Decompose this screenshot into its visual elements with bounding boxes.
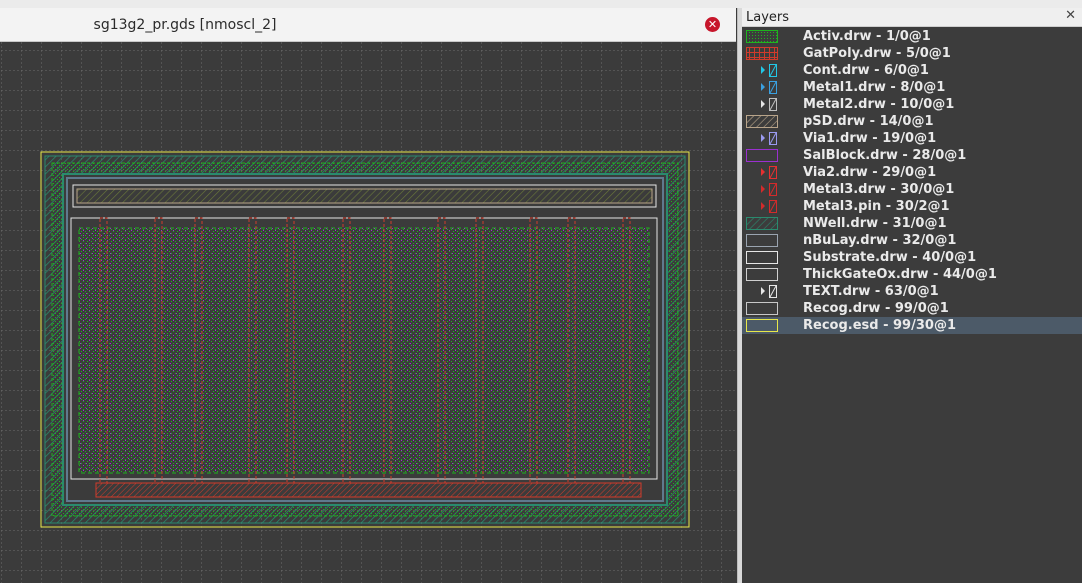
layer-name: Cont.drw - 6/0@1 (803, 63, 929, 78)
layer-row[interactable]: Recog.drw - 99/0@1 (742, 300, 1082, 317)
psd-strip (76, 188, 653, 204)
layer-swatch-icon (746, 268, 778, 281)
layer-name: Activ.drw - 1/0@1 (803, 29, 931, 44)
layer-row[interactable]: TEXT.drw - 63/0@1 (742, 283, 1082, 300)
layer-swatch-icon (746, 149, 778, 162)
layer-swatch-icon (761, 98, 777, 111)
document-tab[interactable]: sg13g2_pr.gds [nmoscl_2] ✕ (0, 8, 736, 42)
layer-row[interactable]: Substrate.drw - 40/0@1 (742, 249, 1082, 266)
layer-row[interactable]: Metal3.drw - 30/0@1 (742, 181, 1082, 198)
layer-name: Metal2.drw - 10/0@1 (803, 97, 955, 112)
layer-row[interactable]: ThickGateOx.drw - 44/0@1 (742, 266, 1082, 283)
layer-list: Activ.drw - 1/0@1 GatPoly.drw - 5/0@1 Cont… (742, 28, 1082, 334)
layer-swatch-icon (761, 132, 777, 145)
layer-row[interactable]: Metal1.drw - 8/0@1 (742, 79, 1082, 96)
layers-panel: Layers ✕ Activ.drw - 1/0@1 GatPoly.drw - … (742, 8, 1082, 583)
layer-row[interactable]: Via1.drw - 19/0@1 (742, 130, 1082, 147)
layer-name: ThickGateOx.drw - 44/0@1 (803, 267, 997, 282)
layer-name: SalBlock.drw - 28/0@1 (803, 148, 967, 163)
salblock-overlay (79, 228, 649, 473)
layer-name: Metal1.drw - 8/0@1 (803, 80, 946, 95)
layers-panel-title: Layers (746, 10, 790, 25)
layer-row[interactable]: pSD.drw - 14/0@1 (742, 113, 1082, 130)
layer-row[interactable]: Activ.drw - 1/0@1 (742, 28, 1082, 45)
layer-row[interactable]: Via2.drw - 29/0@1 (742, 164, 1082, 181)
layer-name: GatPoly.drw - 5/0@1 (803, 46, 951, 61)
gatpoly-bus (95, 482, 642, 498)
layer-row[interactable]: Metal2.drw - 10/0@1 (742, 96, 1082, 113)
layer-row[interactable]: GatPoly.drw - 5/0@1 (742, 45, 1082, 62)
layer-name: Metal3.drw - 30/0@1 (803, 182, 955, 197)
layers-panel-header: Layers ✕ (742, 8, 1082, 27)
layer-row[interactable]: nBuLay.drw - 32/0@1 (742, 232, 1082, 249)
layout-canvas-panel: sg13g2_pr.gds [nmoscl_2] ✕ (0, 8, 738, 583)
layer-swatch-icon (746, 217, 778, 230)
layer-swatch-icon (746, 30, 778, 43)
layout-view[interactable] (0, 42, 737, 583)
layer-name: Metal3.pin - 30/2@1 (803, 199, 950, 214)
layer-swatch-icon (761, 64, 777, 77)
layer-swatch-icon (761, 285, 777, 298)
layer-name: NWell.drw - 31/0@1 (803, 216, 947, 231)
layer-swatch-icon (746, 234, 778, 247)
layer-row[interactable]: Recog.esd - 99/30@1 (742, 317, 1082, 334)
layer-name: Via1.drw - 19/0@1 (803, 131, 937, 146)
layer-name: pSD.drw - 14/0@1 (803, 114, 934, 129)
close-panel-icon[interactable]: ✕ (1065, 8, 1076, 23)
layer-swatch-icon (746, 319, 778, 332)
layer-swatch-icon (746, 302, 778, 315)
layer-row[interactable]: Metal3.pin - 30/2@1 (742, 198, 1082, 215)
layer-swatch-icon (761, 81, 777, 94)
layer-swatch-icon (746, 251, 778, 264)
document-tab-title: sg13g2_pr.gds [nmoscl_2] (93, 17, 277, 33)
layer-swatch-icon (761, 200, 777, 213)
layer-swatch-icon (746, 115, 778, 128)
layer-name: TEXT.drw - 63/0@1 (803, 284, 939, 299)
layer-swatch-icon (746, 47, 778, 60)
layer-name: nBuLay.drw - 32/0@1 (803, 233, 957, 248)
layer-row[interactable]: SalBlock.drw - 28/0@1 (742, 147, 1082, 164)
layer-name: Recog.drw - 99/0@1 (803, 301, 949, 316)
layer-swatch-icon (761, 166, 777, 179)
close-tab-icon[interactable]: ✕ (705, 17, 720, 32)
layer-row[interactable]: NWell.drw - 31/0@1 (742, 215, 1082, 232)
layer-swatch-icon (761, 183, 777, 196)
layer-name: Recog.esd - 99/30@1 (803, 318, 956, 333)
layer-name: Via2.drw - 29/0@1 (803, 165, 937, 180)
layer-row[interactable]: Cont.drw - 6/0@1 (742, 62, 1082, 79)
layer-name: Substrate.drw - 40/0@1 (803, 250, 977, 265)
